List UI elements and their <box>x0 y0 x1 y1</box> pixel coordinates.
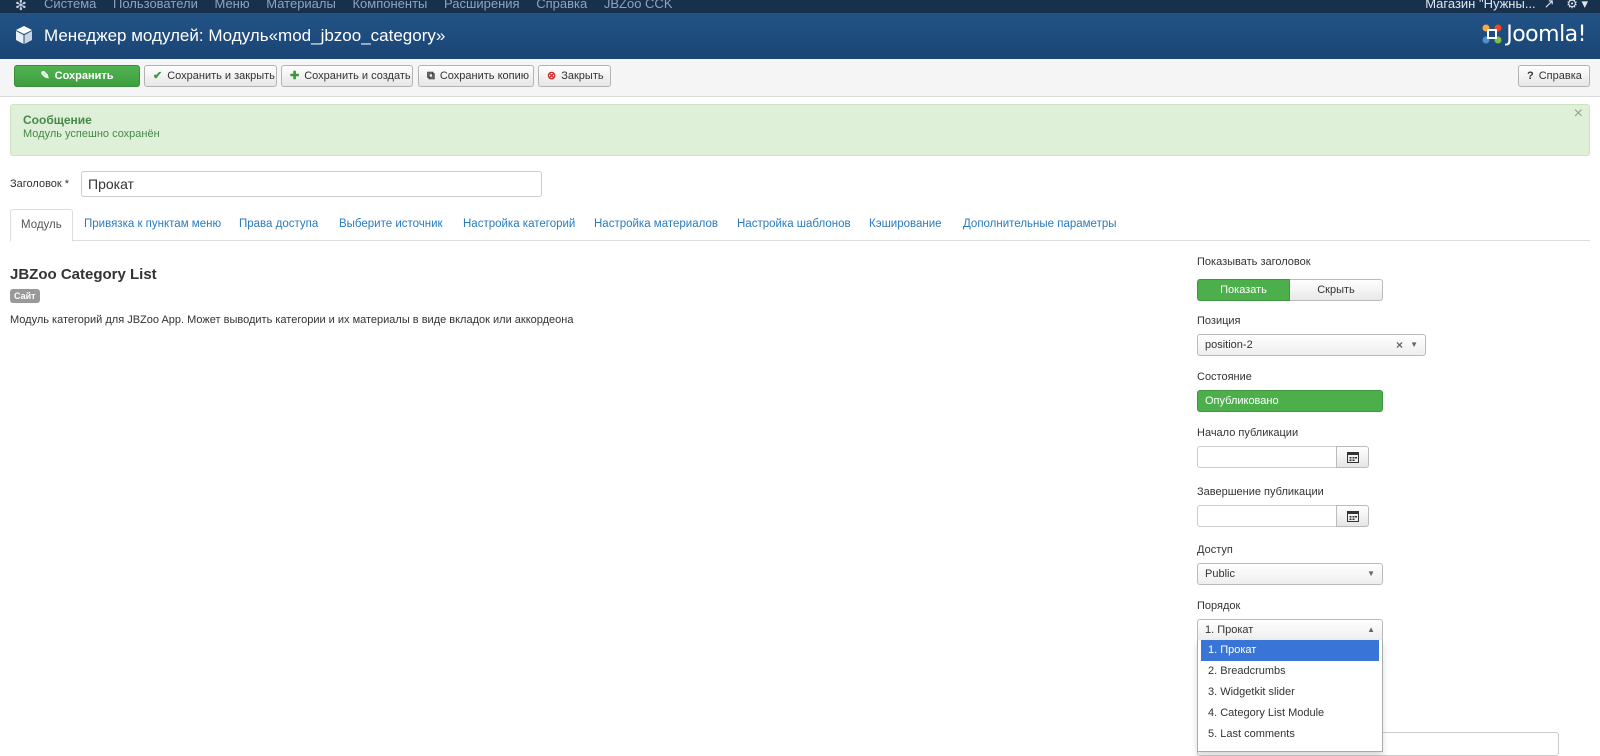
menu-item-components[interactable]: Компоненты <box>352 0 427 11</box>
access-label: Доступ <box>1197 544 1233 556</box>
publish-down-label: Завершение публикации <box>1197 486 1324 498</box>
cancel-icon: ⊗ <box>547 70 557 82</box>
module-description: Модуль категорий для JBZoo App. Может вы… <box>10 314 574 326</box>
toolbar: ✎ Сохранить ✔ Сохранить и закрыть ✚ Сохрани… <box>0 59 1600 97</box>
show-option[interactable]: Показать <box>1197 279 1290 301</box>
message-text: Модуль успешно сохранён <box>23 128 160 140</box>
ordering-option[interactable]: 4. Category List Module <box>1201 703 1379 724</box>
tab-menu-assignment[interactable]: Привязка к пунктам меню <box>84 209 221 241</box>
access-select[interactable]: Public ▼ <box>1197 563 1383 585</box>
tab-template-settings[interactable]: Настройка шаблонов <box>737 209 851 241</box>
save-new-label: Сохранить и создать <box>304 70 411 82</box>
state-select[interactable]: Опубликовано <box>1197 390 1383 412</box>
question-icon: ? <box>1527 70 1534 82</box>
chevron-up-icon: ▲ <box>1367 625 1375 634</box>
menu-item-users[interactable]: Пользователи <box>113 0 198 11</box>
close-button[interactable]: ⊗ Закрыть <box>538 65 611 87</box>
tab-module[interactable]: Модуль <box>10 209 73 242</box>
close-icon[interactable]: × <box>1574 105 1583 123</box>
ordering-label: Порядок <box>1197 600 1241 612</box>
ordering-select[interactable]: 1. Прокат ▲ <box>1197 619 1383 641</box>
ordering-option[interactable]: 2. Breadcrumbs <box>1201 661 1379 682</box>
tab-source[interactable]: Выберите источник <box>339 209 443 241</box>
save-button[interactable]: ✎ Сохранить <box>14 65 140 87</box>
menu-item-system[interactable]: Система <box>44 0 96 11</box>
state-label: Состояние <box>1197 371 1252 383</box>
save-button-label: Сохранить <box>54 70 114 82</box>
ordering-option[interactable]: 3. Widgetkit slider <box>1201 682 1379 703</box>
show-title-toggle: Показать Скрыть <box>1197 279 1383 301</box>
gear-icon[interactable]: ⚙ ▾ <box>1566 0 1588 11</box>
tab-permissions[interactable]: Права доступа <box>239 209 318 241</box>
save-new-button[interactable]: ✚ Сохранить и создать <box>281 65 413 87</box>
main-menu: Система Пользователи Меню Материалы Комп… <box>44 0 686 11</box>
system-menubar: ✻ Система Пользователи Меню Материалы Ко… <box>0 0 1600 13</box>
page-title: Менеджер модулей: Модуль«mod_jbzoo_categ… <box>44 26 446 45</box>
menu-item-content[interactable]: Материалы <box>266 0 336 11</box>
page-header: Менеджер модулей: Модуль«mod_jbzoo_categ… <box>0 13 1600 59</box>
chevron-down-icon: ▼ <box>1410 340 1418 349</box>
save-copy-label: Сохранить копию <box>439 70 529 82</box>
copy-icon: ⧉ <box>427 70 435 82</box>
cube-icon <box>16 26 32 44</box>
title-label: Заголовок * <box>10 178 70 190</box>
publish-up-label: Начало публикации <box>1197 427 1299 439</box>
tab-caching[interactable]: Кэширование <box>869 209 942 241</box>
ordering-value: 1. Прокат <box>1205 624 1254 636</box>
access-value: Public <box>1205 568 1235 580</box>
save-copy-button[interactable]: ⧉ Сохранить копию <box>418 65 534 87</box>
calendar-button[interactable] <box>1336 505 1369 527</box>
plus-icon: ✚ <box>290 70 300 82</box>
show-title-label: Показывать заголовок <box>1197 256 1311 268</box>
module-name: JBZoo Category List <box>10 266 157 283</box>
success-message: Сообщение Модуль успешно сохранён × <box>10 104 1590 156</box>
site-badge: Сайт <box>10 289 40 303</box>
help-button-label: Справка <box>1538 70 1582 82</box>
topbar-right: Магазин "Нужны... ↗ ⚙ ▾ <box>1417 0 1588 12</box>
message-heading: Сообщение <box>23 113 92 127</box>
ordering-option[interactable]: 1. Прокат <box>1201 640 1379 661</box>
tab-bar: Модуль Привязка к пунктам меню Права дос… <box>10 209 1590 242</box>
chevron-down-icon: ▼ <box>1367 569 1375 578</box>
close-button-label: Закрыть <box>561 70 604 82</box>
joomla-logo-text: Joomla! <box>1506 22 1586 47</box>
tab-advanced[interactable]: Дополнительные параметры <box>963 209 1117 241</box>
title-input[interactable] <box>81 171 542 197</box>
position-value: position-2 <box>1205 339 1253 351</box>
ordering-dropdown: 1. Прокат 2. Breadcrumbs 3. Widgetkit sl… <box>1197 640 1383 752</box>
tab-category-settings[interactable]: Настройка категорий <box>463 209 575 241</box>
save-close-button[interactable]: ✔ Сохранить и закрыть <box>144 65 277 87</box>
menu-item-help[interactable]: Справка <box>536 0 587 11</box>
help-button[interactable]: ? Справка <box>1518 65 1590 87</box>
calendar-icon <box>1346 452 1359 463</box>
menu-item-jbzoo[interactable]: JBZoo CCK <box>604 0 673 11</box>
tab-item-settings[interactable]: Настройка материалов <box>594 209 718 241</box>
external-link-icon: ↗ <box>1543 0 1555 11</box>
save-close-label: Сохранить и закрыть <box>167 70 275 82</box>
joomla-logo: Joomla! <box>1480 22 1586 47</box>
position-label: Позиция <box>1197 315 1241 327</box>
edit-icon: ✎ <box>40 70 50 82</box>
check-icon: ✔ <box>153 70 163 82</box>
joomla-logo-icon <box>1482 24 1502 44</box>
publish-up-input[interactable] <box>1197 446 1337 468</box>
joomla-menu-icon[interactable]: ✻ <box>15 0 27 13</box>
state-value: Опубликовано <box>1205 395 1279 407</box>
calendar-icon <box>1346 511 1359 522</box>
clear-icon[interactable]: × <box>1396 335 1403 355</box>
position-select[interactable]: position-2 × ▼ <box>1197 334 1426 356</box>
ordering-option[interactable]: 5. Last comments <box>1201 724 1379 745</box>
calendar-button[interactable] <box>1336 446 1369 468</box>
menu-item-menus[interactable]: Меню <box>214 0 249 11</box>
menu-item-extensions[interactable]: Расширения <box>444 0 520 11</box>
hide-option[interactable]: Скрыть <box>1290 279 1383 301</box>
publish-down-input[interactable] <box>1197 505 1337 527</box>
site-link[interactable]: Магазин "Нужны... <box>1425 0 1535 11</box>
